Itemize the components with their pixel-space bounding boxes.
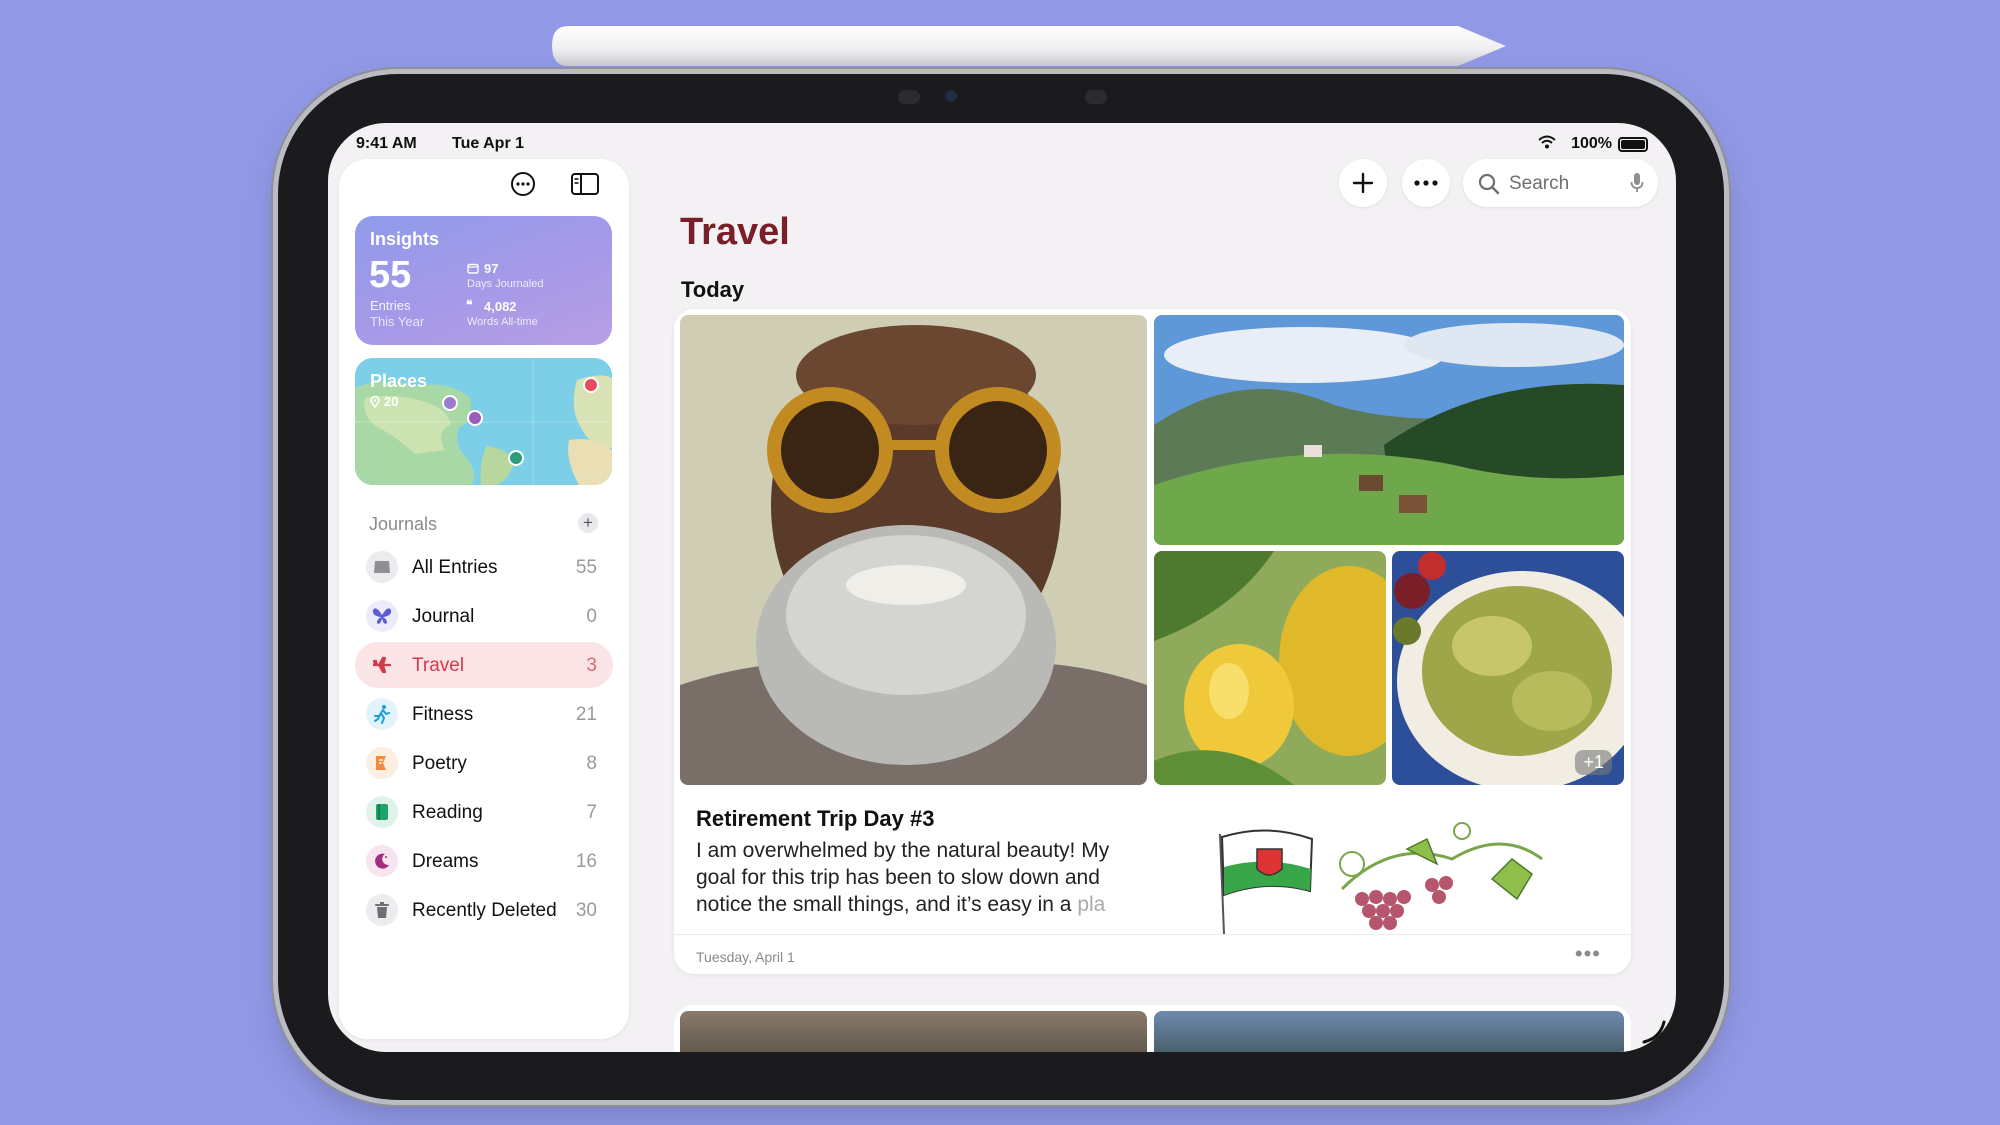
battery-percent: 100% (1571, 135, 1612, 152)
plus-icon (1352, 172, 1374, 194)
entry-photo-portrait[interactable] (680, 315, 1147, 785)
entry-photo-lemons[interactable] (1154, 551, 1386, 785)
search-placeholder: Search (1509, 173, 1570, 194)
journal-count: 30 (575, 900, 597, 921)
words-label: Words All-time (467, 316, 538, 328)
ellipsis-circle-icon (511, 172, 535, 196)
places-card[interactable]: Places 20 (355, 358, 612, 485)
next-entry-photo[interactable] (1154, 1011, 1624, 1052)
next-entry-photo[interactable] (680, 1011, 1147, 1052)
quill-icon (366, 747, 398, 779)
entries-label: Entries (370, 298, 411, 313)
tray-icon (366, 551, 398, 583)
words-value: 4,082 (484, 299, 517, 314)
journals-header: Journals (369, 514, 438, 534)
journal-item-recently-deleted[interactable]: Recently Deleted 30 (355, 887, 613, 933)
camera (945, 90, 957, 102)
journal-label: Dreams (412, 851, 479, 872)
entry-body-fade: pla (1077, 893, 1106, 916)
journal-count: 7 (586, 802, 597, 823)
more-button[interactable] (1402, 159, 1450, 207)
add-journal-button[interactable]: + (578, 513, 598, 533)
moon-icon (366, 845, 398, 877)
journal-label: Journal (412, 606, 475, 627)
airplane-icon (366, 649, 398, 681)
sidebar-icon (571, 173, 599, 195)
wifi-icon (1538, 135, 1556, 149)
days-journaled-value: 97 (484, 261, 499, 276)
journal-count: 3 (586, 655, 597, 676)
entries-count: 55 (369, 254, 412, 296)
figure-run-icon (366, 698, 398, 730)
entry-photo-pasta[interactable]: +1 (1392, 551, 1624, 785)
journal-label: Fitness (412, 704, 474, 725)
trash-icon (366, 894, 398, 926)
journal-item-journal[interactable]: Journal 0 (355, 593, 613, 639)
section-header-today: Today (681, 277, 745, 302)
insights-title: Insights (370, 229, 440, 249)
status-time: 9:41 AM (356, 135, 417, 152)
sticker-illustration (1219, 822, 1543, 934)
toggle-sidebar-button[interactable] (566, 165, 604, 203)
journal-label: Reading (412, 802, 483, 823)
next-entry-card[interactable] (674, 1005, 1631, 1052)
journal-item-dreams[interactable]: Dreams 16 (355, 838, 613, 884)
more-options-button[interactable] (504, 165, 542, 203)
journal-item-fitness[interactable]: Fitness 21 (355, 691, 613, 737)
entry-date: Tuesday, April 1 (696, 949, 795, 965)
journal-count: 0 (586, 606, 597, 627)
days-journaled-label: Days Journaled (467, 278, 544, 290)
journal-item-travel[interactable]: Travel 3 (355, 642, 613, 688)
quote-icon: ❝ (466, 298, 473, 312)
journal-entry-card[interactable]: +1 Retirement Trip Day #3 I am overwhelm… (674, 309, 1631, 974)
places-title: Places (370, 371, 428, 391)
new-entry-button[interactable] (1339, 159, 1387, 207)
status-bar: 9:41 AM Tue Apr 1 100% (356, 131, 1648, 155)
status-date: Tue Apr 1 (452, 135, 525, 152)
microphone-icon[interactable] (1630, 172, 1644, 194)
entries-period-label: This Year (370, 314, 425, 329)
journal-label: All Entries (412, 557, 498, 578)
scroll-indicator (1642, 1020, 1666, 1044)
location-pin-icon (370, 396, 380, 408)
sidebar: Insights 55 Entries This Year 97 Days Jo… (339, 159, 629, 1039)
journal-label: Poetry (412, 753, 467, 774)
journal-item-poetry[interactable]: Poetry 8 (355, 740, 613, 786)
apple-pencil (552, 26, 1506, 66)
butterfly-icon (366, 600, 398, 632)
journal-count: 8 (586, 753, 597, 774)
entry-body: I am overwhelmed by the natural beauty! … (696, 837, 1136, 918)
calendar-icon (467, 263, 479, 274)
search-field[interactable]: Search (1463, 159, 1658, 207)
book-icon (366, 796, 398, 828)
entry-more-button[interactable]: ••• (1575, 941, 1601, 967)
entry-body-text: I am overwhelmed by the natural beauty! … (696, 839, 1110, 916)
screen: 9:41 AM Tue Apr 1 100% Insights 55 Entri… (328, 123, 1676, 1052)
entry-title: Retirement Trip Day #3 (696, 806, 935, 831)
more-photos-badge: +1 (1575, 750, 1612, 775)
places-count: 20 (384, 394, 399, 409)
sensor (1085, 90, 1107, 104)
search-icon (1478, 173, 1500, 195)
ellipsis-icon (1414, 180, 1438, 186)
journal-count: 16 (575, 851, 597, 872)
battery-icon (1618, 137, 1648, 152)
journal-count: 21 (575, 704, 597, 725)
journal-item-all-entries[interactable]: All Entries 55 (355, 544, 613, 590)
insights-card[interactable]: Insights 55 Entries This Year 97 Days Jo… (355, 216, 612, 345)
sensor (898, 90, 920, 104)
entry-photo-landscape[interactable] (1154, 315, 1624, 545)
journal-label: Recently Deleted (412, 900, 557, 921)
page-title: Travel (680, 211, 790, 253)
divider (674, 934, 1631, 935)
journal-count: 55 (575, 557, 597, 578)
journal-item-reading[interactable]: Reading 7 (355, 789, 613, 835)
journal-label: Travel (412, 655, 465, 676)
